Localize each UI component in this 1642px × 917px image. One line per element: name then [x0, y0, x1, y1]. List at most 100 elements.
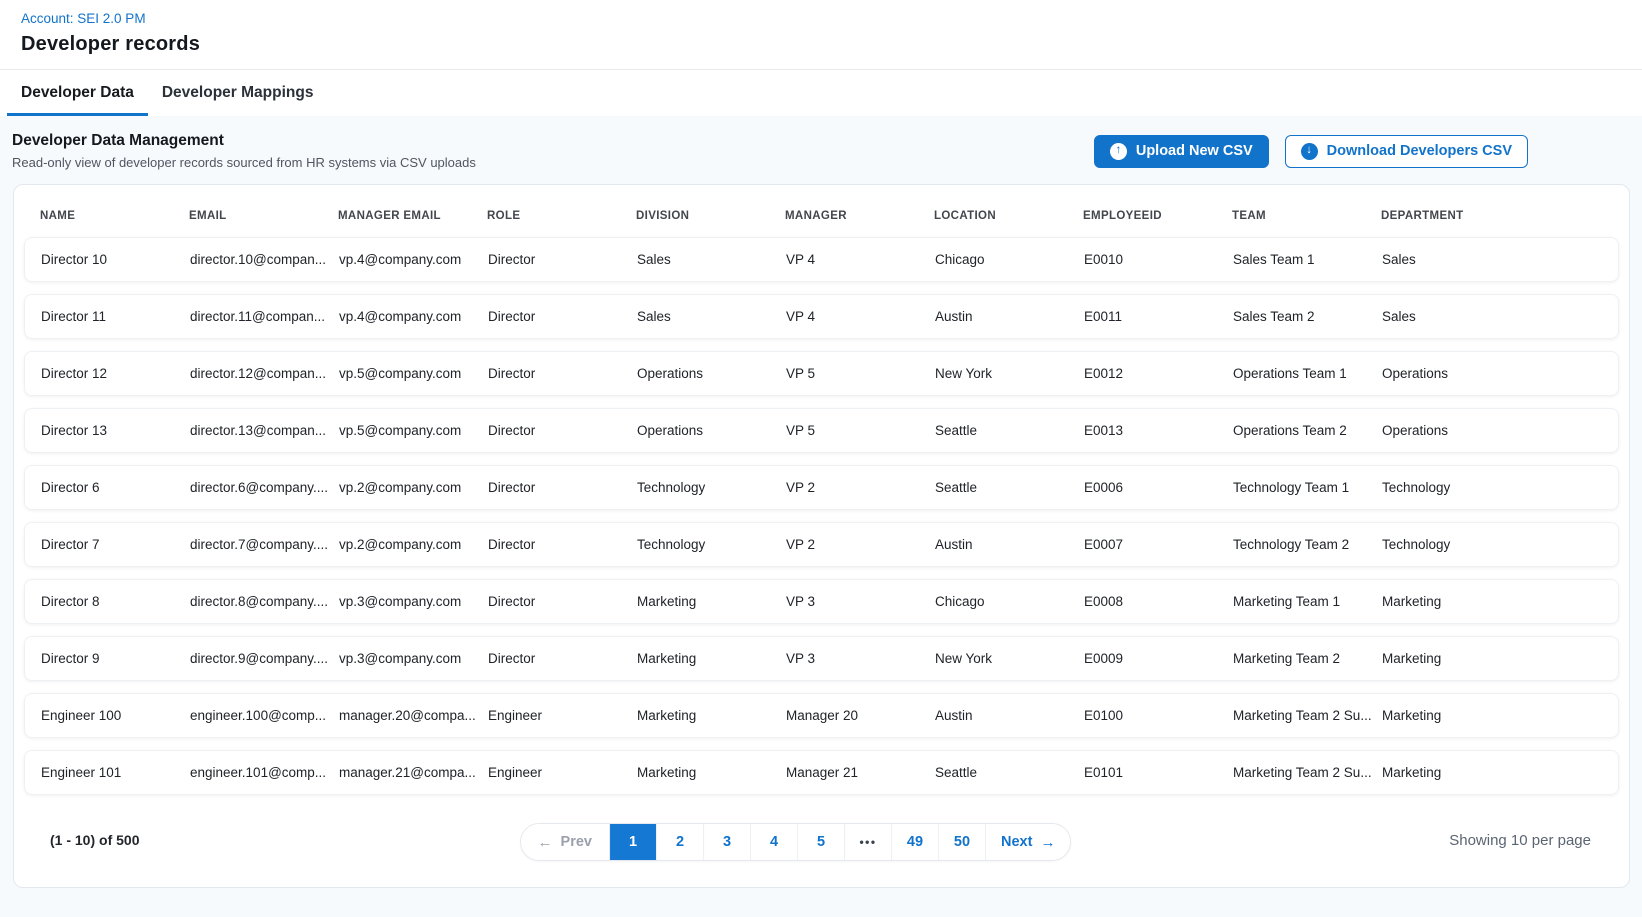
table-cell: Austin [935, 537, 1084, 552]
pagination-page-button[interactable]: 1 [609, 824, 656, 860]
pagination-page-button[interactable]: 50 [938, 824, 985, 860]
upload-csv-label: Upload New CSV [1136, 143, 1253, 159]
table-row: Director 9director.9@company....vp.3@com… [24, 636, 1619, 681]
column-header: DIVISION [636, 210, 785, 222]
table-cell: Operations [637, 423, 786, 438]
developer-table-card: NAMEEMAILMANAGER EMAILROLEDIVISIONMANAGE… [13, 184, 1630, 888]
column-header: EMAIL [189, 210, 338, 222]
table-row: Director 8director.8@company....vp.3@com… [24, 579, 1619, 624]
table-cell: Engineer 101 [41, 765, 190, 780]
table-cell: Operations [1382, 366, 1610, 381]
content-area: Developer Data Management Read-only view… [0, 116, 1642, 917]
table-cell: Technology [637, 480, 786, 495]
section-subtitle: Read-only view of developer records sour… [12, 155, 476, 170]
table-row: Director 7director.7@company....vp.2@com… [24, 522, 1619, 567]
pagination-ellipsis: ••• [844, 824, 891, 860]
table-cell: director.13@compan... [190, 423, 339, 438]
table-header-row: NAMEEMAILMANAGER EMAILROLEDIVISIONMANAGE… [24, 195, 1619, 237]
table-cell: E0012 [1084, 366, 1233, 381]
pagination-page-button[interactable]: 5 [797, 824, 844, 860]
table-cell: E0007 [1084, 537, 1233, 552]
table-cell: E0011 [1084, 309, 1233, 324]
pagination-page-button[interactable]: 49 [891, 824, 938, 860]
table-cell: E0006 [1084, 480, 1233, 495]
table-cell: Technology Team 1 [1233, 480, 1382, 495]
csv-button-group: ↑ Upload New CSV ↓ Download Developers C… [1094, 135, 1528, 168]
pagination-next-label: Next [1001, 834, 1032, 850]
pagination-page-button[interactable]: 4 [750, 824, 797, 860]
table-cell: Marketing [1382, 708, 1610, 723]
table-cell: Operations Team 1 [1233, 366, 1382, 381]
table-cell: Director [488, 480, 637, 495]
table-cell: E0100 [1084, 708, 1233, 723]
table-cell: Sales [1382, 252, 1610, 267]
pagination-prev-button[interactable]: ← Prev [521, 824, 609, 860]
table-cell: VP 2 [786, 537, 935, 552]
table-cell: director.12@compan... [190, 366, 339, 381]
page-title: Developer records [21, 33, 1622, 56]
table-cell: E0101 [1084, 765, 1233, 780]
table-cell: Director 12 [41, 366, 190, 381]
pagination-next-button[interactable]: Next → [985, 824, 1070, 860]
tab-developer-mappings[interactable]: Developer Mappings [148, 70, 328, 116]
table-cell: Engineer [488, 708, 637, 723]
table-cell: vp.4@company.com [339, 252, 488, 267]
table-cell: Sales [637, 309, 786, 324]
table-cell: Sales Team 1 [1233, 252, 1382, 267]
table-cell: Marketing Team 2 Su... [1233, 765, 1382, 780]
table-cell: Director [488, 594, 637, 609]
pagination-page-button[interactable]: 2 [656, 824, 703, 860]
table-cell: Austin [935, 309, 1084, 324]
table-cell: VP 4 [786, 309, 935, 324]
table-cell: VP 4 [786, 252, 935, 267]
table-cell: E0008 [1084, 594, 1233, 609]
column-header: EMPLOYEEID [1083, 210, 1232, 222]
pagination-page-button[interactable]: 3 [703, 824, 750, 860]
table-cell: Operations [637, 366, 786, 381]
table-cell: engineer.101@comp... [190, 765, 339, 780]
table-row: Director 12director.12@compan...vp.5@com… [24, 351, 1619, 396]
tab-developer-data[interactable]: Developer Data [7, 70, 148, 116]
table-row: Director 6director.6@company....vp.2@com… [24, 465, 1619, 510]
table-cell: Operations [1382, 423, 1610, 438]
table-cell: manager.21@compa... [339, 765, 488, 780]
column-header: ROLE [487, 210, 636, 222]
table-cell: Marketing Team 1 [1233, 594, 1382, 609]
pagination: ← Prev 12345•••4950 Next → [520, 823, 1072, 861]
table-body: Director 10director.10@compan...vp.4@com… [24, 237, 1619, 795]
table-cell: director.7@company.... [190, 537, 339, 552]
table-row: Director 10director.10@compan...vp.4@com… [24, 237, 1619, 282]
table-cell: director.8@company.... [190, 594, 339, 609]
table-cell: Director 9 [41, 651, 190, 666]
table-cell: vp.3@company.com [339, 651, 488, 666]
pagination-range-label: (1 - 10) of 500 [50, 823, 139, 848]
table-row: Engineer 101engineer.101@comp...manager.… [24, 750, 1619, 795]
table-cell: Marketing [637, 594, 786, 609]
table-cell: vp.5@company.com [339, 423, 488, 438]
download-csv-button[interactable]: ↓ Download Developers CSV [1285, 135, 1528, 168]
table-cell: E0013 [1084, 423, 1233, 438]
table-cell: Manager 21 [786, 765, 935, 780]
pagination-bar: (1 - 10) of 500 ← Prev 12345•••4950 Next… [24, 807, 1619, 887]
table-cell: VP 2 [786, 480, 935, 495]
table-cell: Director 11 [41, 309, 190, 324]
table-cell: Director 13 [41, 423, 190, 438]
table-cell: Austin [935, 708, 1084, 723]
per-page-label: Showing 10 per page [1449, 823, 1591, 849]
upload-csv-button[interactable]: ↑ Upload New CSV [1094, 135, 1269, 168]
table-cell: manager.20@compa... [339, 708, 488, 723]
table-cell: director.11@compan... [190, 309, 339, 324]
column-header: DEPARTMENT [1381, 210, 1611, 222]
table-cell: Chicago [935, 594, 1084, 609]
download-csv-label: Download Developers CSV [1327, 143, 1512, 159]
table-cell: Seattle [935, 765, 1084, 780]
account-link[interactable]: Account: SEI 2.0 PM [21, 11, 146, 26]
table-cell: vp.4@company.com [339, 309, 488, 324]
table-cell: Director 10 [41, 252, 190, 267]
table-cell: Technology [1382, 480, 1610, 495]
table-row: Director 13director.13@compan...vp.5@com… [24, 408, 1619, 453]
table-cell: Technology Team 2 [1233, 537, 1382, 552]
table-cell: Director [488, 366, 637, 381]
pagination-prev-label: Prev [561, 834, 592, 850]
table-cell: VP 5 [786, 423, 935, 438]
